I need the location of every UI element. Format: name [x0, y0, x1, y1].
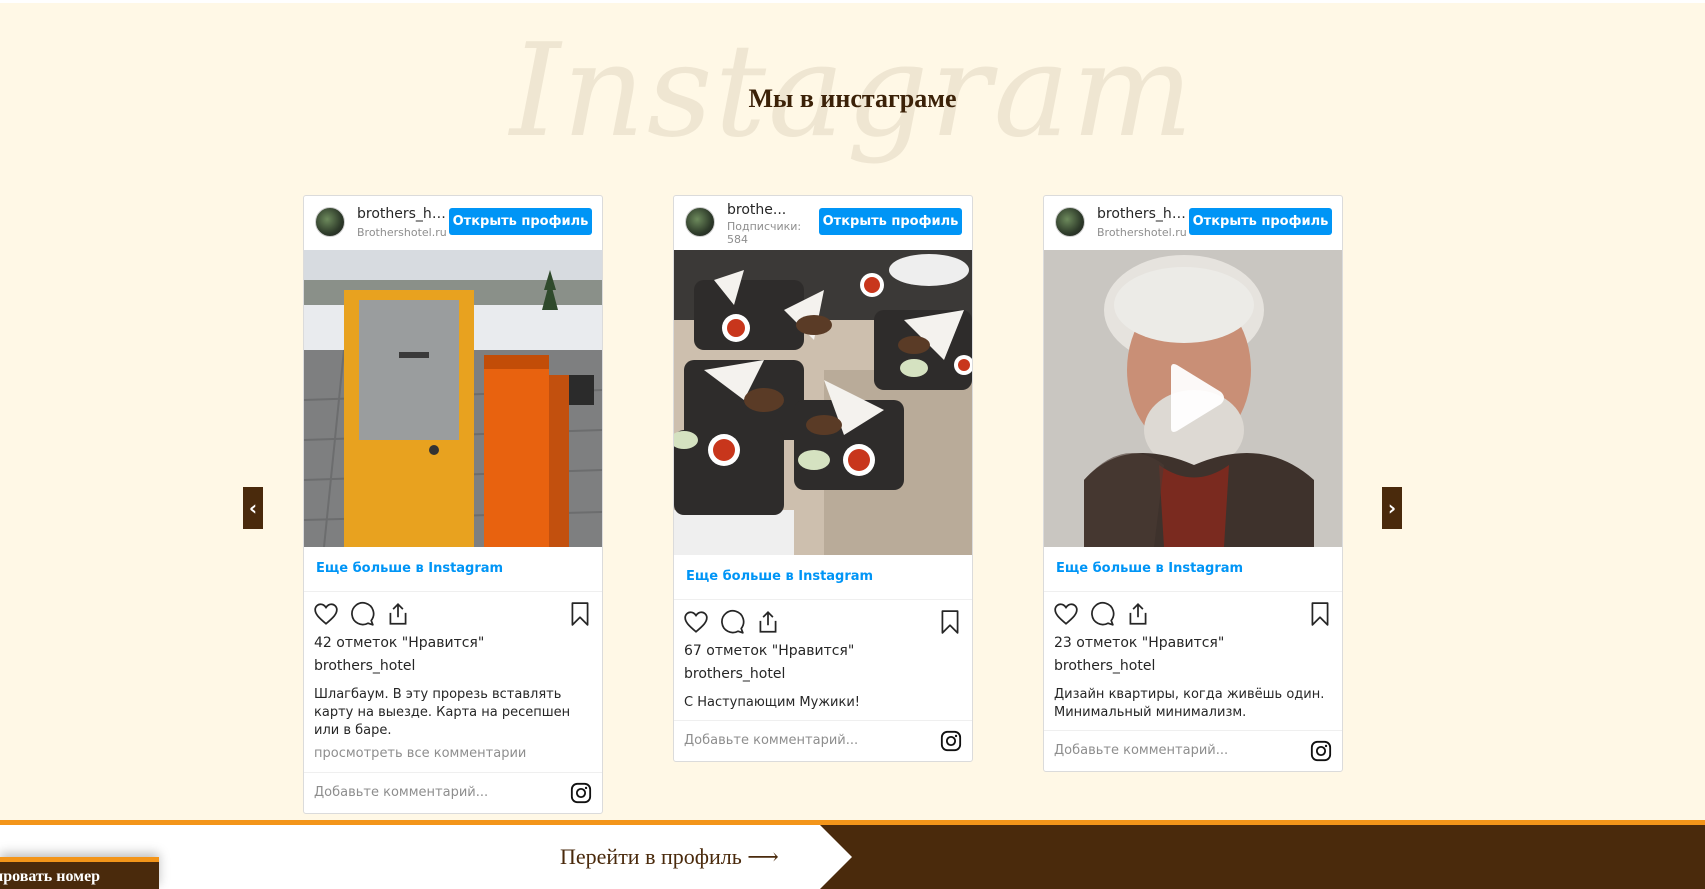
post-caption: С Наступающим Мужики! [684, 695, 860, 710]
more-on-instagram-link[interactable]: Еще больше в Instagram [674, 555, 972, 600]
heart-icon[interactable] [683, 609, 709, 635]
post-owner[interactable]: brothers_hotel [674, 662, 972, 686]
post-username[interactable]: brothers_ho... [357, 206, 449, 222]
instagram-icon[interactable] [1310, 740, 1332, 762]
post-photo[interactable] [304, 250, 602, 547]
food-plates-photo [674, 250, 972, 555]
heart-icon[interactable] [1053, 601, 1079, 627]
carousel-next-button[interactable]: › [1382, 487, 1402, 529]
top-line [0, 0, 1705, 3]
post-username[interactable]: brothe... [727, 202, 819, 218]
bookmark-icon[interactable] [937, 609, 963, 635]
post-video[interactable] [1044, 250, 1342, 547]
avatar[interactable] [685, 207, 715, 237]
share-icon[interactable] [385, 601, 411, 627]
share-icon[interactable] [755, 609, 781, 635]
comment-icon[interactable] [1089, 601, 1115, 627]
instagram-post-card: brothe... Подписчики: 584 Открыть профил… [673, 195, 973, 762]
instagram-icon[interactable] [940, 730, 962, 752]
instagram-post-card: brothers_ho... Brothershotel.ru · Открыт… [303, 195, 603, 814]
carousel-prev-button[interactable]: ‹ [243, 487, 263, 529]
post-photo[interactable] [674, 250, 972, 555]
likes-count[interactable]: 67 отметок "Нравится" [674, 640, 972, 662]
likes-count[interactable]: 23 отметок "Нравится" [1044, 632, 1342, 654]
avatar[interactable] [315, 207, 345, 237]
comment-input[interactable]: Добавьте комментарий... [684, 721, 858, 761]
open-profile-button[interactable]: Открыть профиль [449, 208, 592, 235]
post-header: brothers_ho... Brothershotel.ru · Открыт… [304, 196, 602, 250]
comment-row: Добавьте комментарий... [304, 772, 602, 813]
open-profile-button[interactable]: Открыть профиль [1189, 208, 1332, 235]
book-room-tab[interactable]: ировать номер [0, 857, 159, 889]
post-caption: Дизайн квартиры, когда живёшь один. Мини… [1054, 687, 1325, 720]
section-title: Мы в инстаграме [748, 84, 957, 113]
comment-icon[interactable] [719, 609, 745, 635]
likes-count[interactable]: 42 отметок "Нравится" [304, 632, 602, 654]
instagram-post-card: brothers_ho... Brothershotel.ru · Открыт… [1043, 195, 1343, 772]
comment-input[interactable]: Добавьте комментарий... [1054, 731, 1228, 771]
post-subtitle: Подписчики: 584 [727, 220, 802, 246]
post-header: brothers_ho... Brothershotel.ru · Открыт… [1044, 196, 1342, 250]
post-owner[interactable]: brothers_hotel [304, 654, 602, 678]
book-room-label: ировать номер [0, 868, 101, 885]
post-actions [674, 600, 972, 640]
barrier-gate-photo [304, 250, 602, 547]
avatar[interactable] [1055, 207, 1085, 237]
bookmark-icon[interactable] [1307, 601, 1333, 627]
bookmark-icon[interactable] [567, 601, 593, 627]
post-actions [1044, 592, 1342, 632]
post-subtitle: Brothershotel.ru · [1097, 226, 1189, 239]
post-owner[interactable]: brothers_hotel [1044, 654, 1342, 678]
go-to-profile-link[interactable]: Перейти в профиль ⟶ [560, 825, 840, 889]
comment-row: Добавьте комментарий... [1044, 730, 1342, 771]
more-on-instagram-link[interactable]: Еще больше в Instagram [304, 547, 602, 592]
section-heading: Instagram Мы в инстаграме [0, 10, 1705, 170]
comment-icon[interactable] [349, 601, 375, 627]
post-header: brothe... Подписчики: 584 Открыть профил… [674, 196, 972, 250]
more-on-instagram-link[interactable]: Еще больше в Instagram [1044, 547, 1342, 592]
open-profile-button[interactable]: Открыть профиль [819, 208, 962, 235]
post-caption: Шлагбаум. В эту прорезь вставлять карту … [314, 687, 571, 738]
post-actions [304, 592, 602, 632]
comment-row: Добавьте комментарий... [674, 720, 972, 761]
post-username[interactable]: brothers_ho... [1097, 206, 1189, 222]
share-icon[interactable] [1125, 601, 1151, 627]
instagram-icon[interactable] [570, 782, 592, 804]
heart-icon[interactable] [313, 601, 339, 627]
view-all-comments-link[interactable]: просмотреть все комментарии [304, 740, 602, 764]
play-icon[interactable] [1163, 362, 1227, 434]
post-subtitle: Brothershotel.ru · [357, 226, 449, 239]
comment-input[interactable]: Добавьте комментарий... [314, 773, 488, 813]
